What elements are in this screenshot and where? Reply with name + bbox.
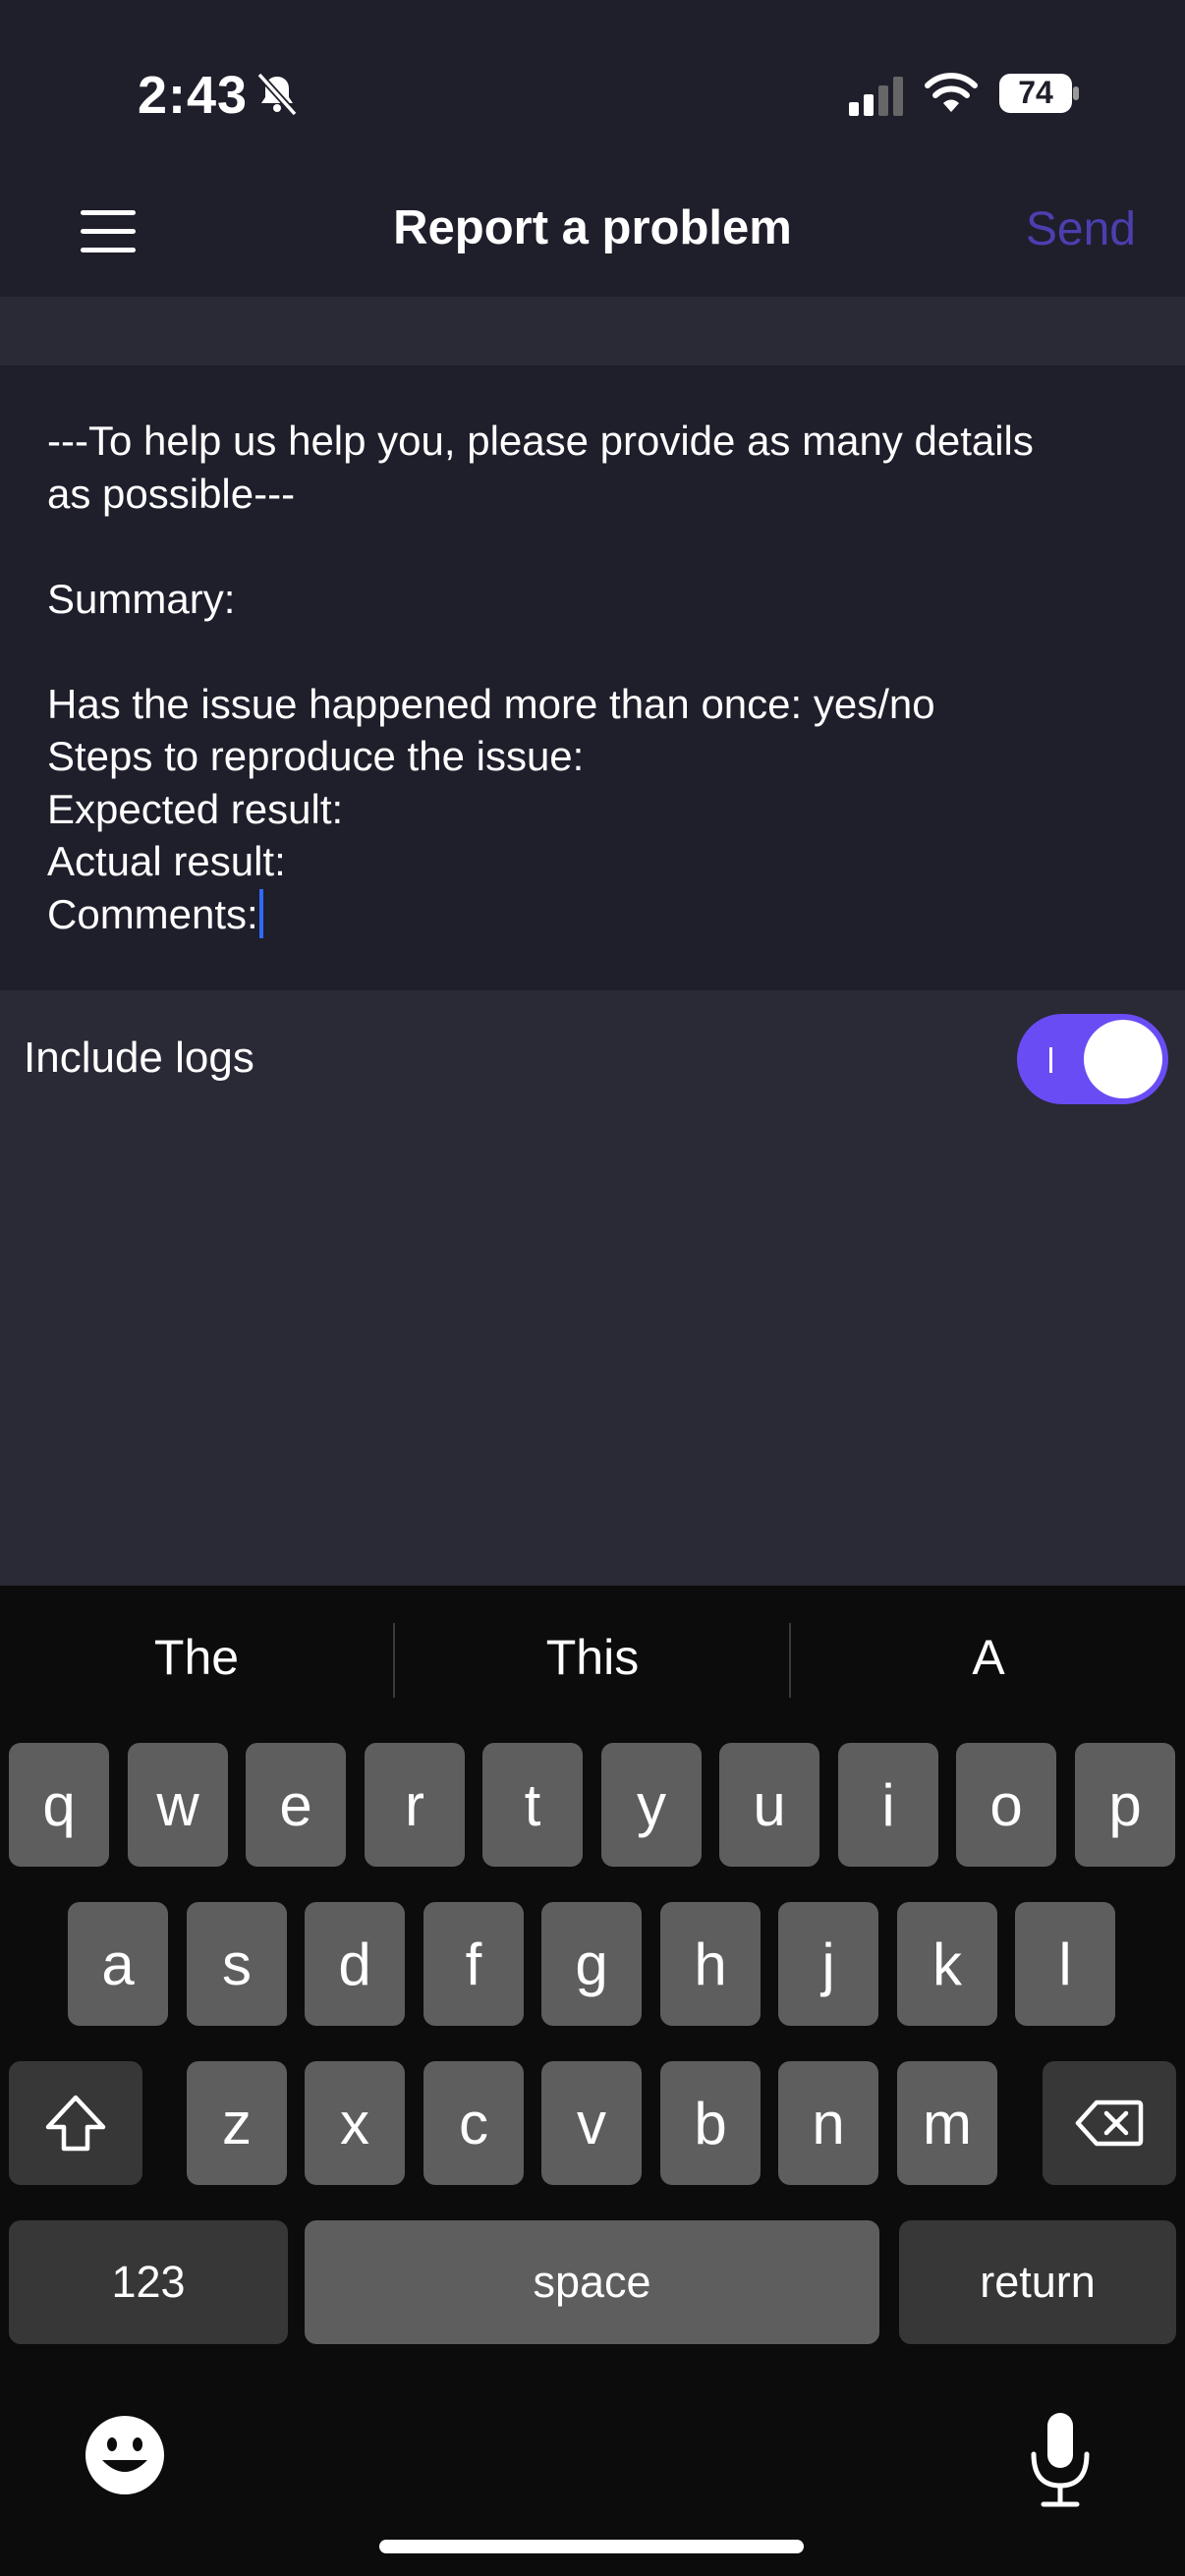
numbers-key[interactable]: 123 bbox=[9, 2220, 288, 2344]
toggle-knob bbox=[1084, 1020, 1162, 1098]
text-line bbox=[47, 625, 1138, 678]
separator-band bbox=[0, 297, 1185, 365]
key-r[interactable]: r bbox=[365, 1743, 465, 1867]
include-logs-toggle[interactable] bbox=[1017, 1014, 1168, 1104]
cellular-signal-icon bbox=[849, 77, 903, 116]
suggestion-divider bbox=[393, 1623, 395, 1698]
send-button[interactable]: Send bbox=[1026, 202, 1136, 256]
bell-muted-icon bbox=[256, 72, 298, 117]
key-p[interactable]: p bbox=[1075, 1743, 1175, 1867]
home-indicator[interactable] bbox=[379, 2540, 804, 2553]
key-z[interactable]: z bbox=[187, 2061, 287, 2185]
return-key[interactable]: return bbox=[899, 2220, 1176, 2344]
key-n[interactable]: n bbox=[778, 2061, 878, 2185]
dictation-button[interactable] bbox=[1026, 2411, 1095, 2509]
problem-description-textarea[interactable]: ---To help us help you, please provide a… bbox=[0, 365, 1185, 990]
battery-icon: 74 bbox=[998, 73, 1081, 114]
key-t[interactable]: t bbox=[482, 1743, 583, 1867]
key-f[interactable]: f bbox=[423, 1902, 524, 2026]
key-s[interactable]: s bbox=[187, 1902, 287, 2026]
page-title: Report a problem bbox=[393, 201, 792, 254]
nav-bar: Report a problem Send bbox=[0, 177, 1185, 297]
key-i[interactable]: i bbox=[838, 1743, 938, 1867]
text-line-last: Comments: bbox=[47, 888, 1138, 941]
key-a[interactable]: a bbox=[68, 1902, 168, 2026]
backspace-icon bbox=[1075, 2100, 1144, 2147]
key-j[interactable]: j bbox=[778, 1902, 878, 2026]
key-u[interactable]: u bbox=[719, 1743, 819, 1867]
suggestion-item[interactable]: This bbox=[396, 1629, 789, 1686]
key-x[interactable]: x bbox=[305, 2061, 405, 2185]
status-time: 2:43 bbox=[138, 66, 249, 125]
suggestion-item[interactable]: The bbox=[0, 1629, 393, 1686]
text-line: Expected result: bbox=[47, 785, 344, 832]
key-d[interactable]: d bbox=[305, 1902, 405, 2026]
status-bar: 2:43 74 bbox=[0, 0, 1185, 177]
emoji-button[interactable] bbox=[85, 2415, 165, 2495]
wifi-icon bbox=[925, 73, 978, 112]
key-g[interactable]: g bbox=[541, 1902, 642, 2026]
shift-arrow-icon bbox=[45, 2095, 106, 2152]
text-line: as possible--- bbox=[47, 470, 296, 517]
key-c[interactable]: c bbox=[423, 2061, 524, 2185]
keyboard: The This A q w e r t y u i o p a s d f g… bbox=[0, 1586, 1185, 2576]
space-key[interactable]: space bbox=[305, 2220, 879, 2344]
emoji-icon bbox=[85, 2416, 164, 2494]
toggle-on-indicator bbox=[1049, 1047, 1052, 1073]
include-logs-label: Include logs bbox=[24, 1034, 254, 1082]
key-e[interactable]: e bbox=[246, 1743, 346, 1867]
text-cursor bbox=[258, 888, 263, 938]
text-line: ---To help us help you, please provide a… bbox=[47, 418, 1034, 464]
key-m[interactable]: m bbox=[897, 2061, 997, 2185]
key-l[interactable]: l bbox=[1015, 1902, 1115, 2026]
key-w[interactable]: w bbox=[128, 1743, 228, 1867]
key-o[interactable]: o bbox=[956, 1743, 1056, 1867]
shift-key[interactable] bbox=[9, 2061, 142, 2185]
suggestion-bar: The This A bbox=[0, 1586, 1185, 1741]
text-line: Steps to reproduce the issue: bbox=[47, 733, 585, 779]
battery-percent: 74 bbox=[1018, 75, 1053, 110]
key-y[interactable]: y bbox=[601, 1743, 702, 1867]
suggestion-divider bbox=[789, 1623, 791, 1698]
options-panel: Include logs bbox=[0, 990, 1185, 1586]
key-b[interactable]: b bbox=[660, 2061, 761, 2185]
delete-key[interactable] bbox=[1043, 2061, 1176, 2185]
text-line-content: Comments: bbox=[47, 890, 258, 937]
suggestion-item[interactable]: A bbox=[792, 1629, 1185, 1686]
text-line: Actual result: bbox=[47, 838, 286, 884]
text-line bbox=[47, 520, 1138, 573]
key-h[interactable]: h bbox=[660, 1902, 761, 2026]
key-q[interactable]: q bbox=[9, 1743, 109, 1867]
key-k[interactable]: k bbox=[897, 1902, 997, 2026]
text-line: Summary: bbox=[47, 575, 236, 622]
key-v[interactable]: v bbox=[541, 2061, 642, 2185]
microphone-icon bbox=[1031, 2413, 1090, 2507]
text-line: Has the issue happened more than once: y… bbox=[47, 680, 935, 727]
